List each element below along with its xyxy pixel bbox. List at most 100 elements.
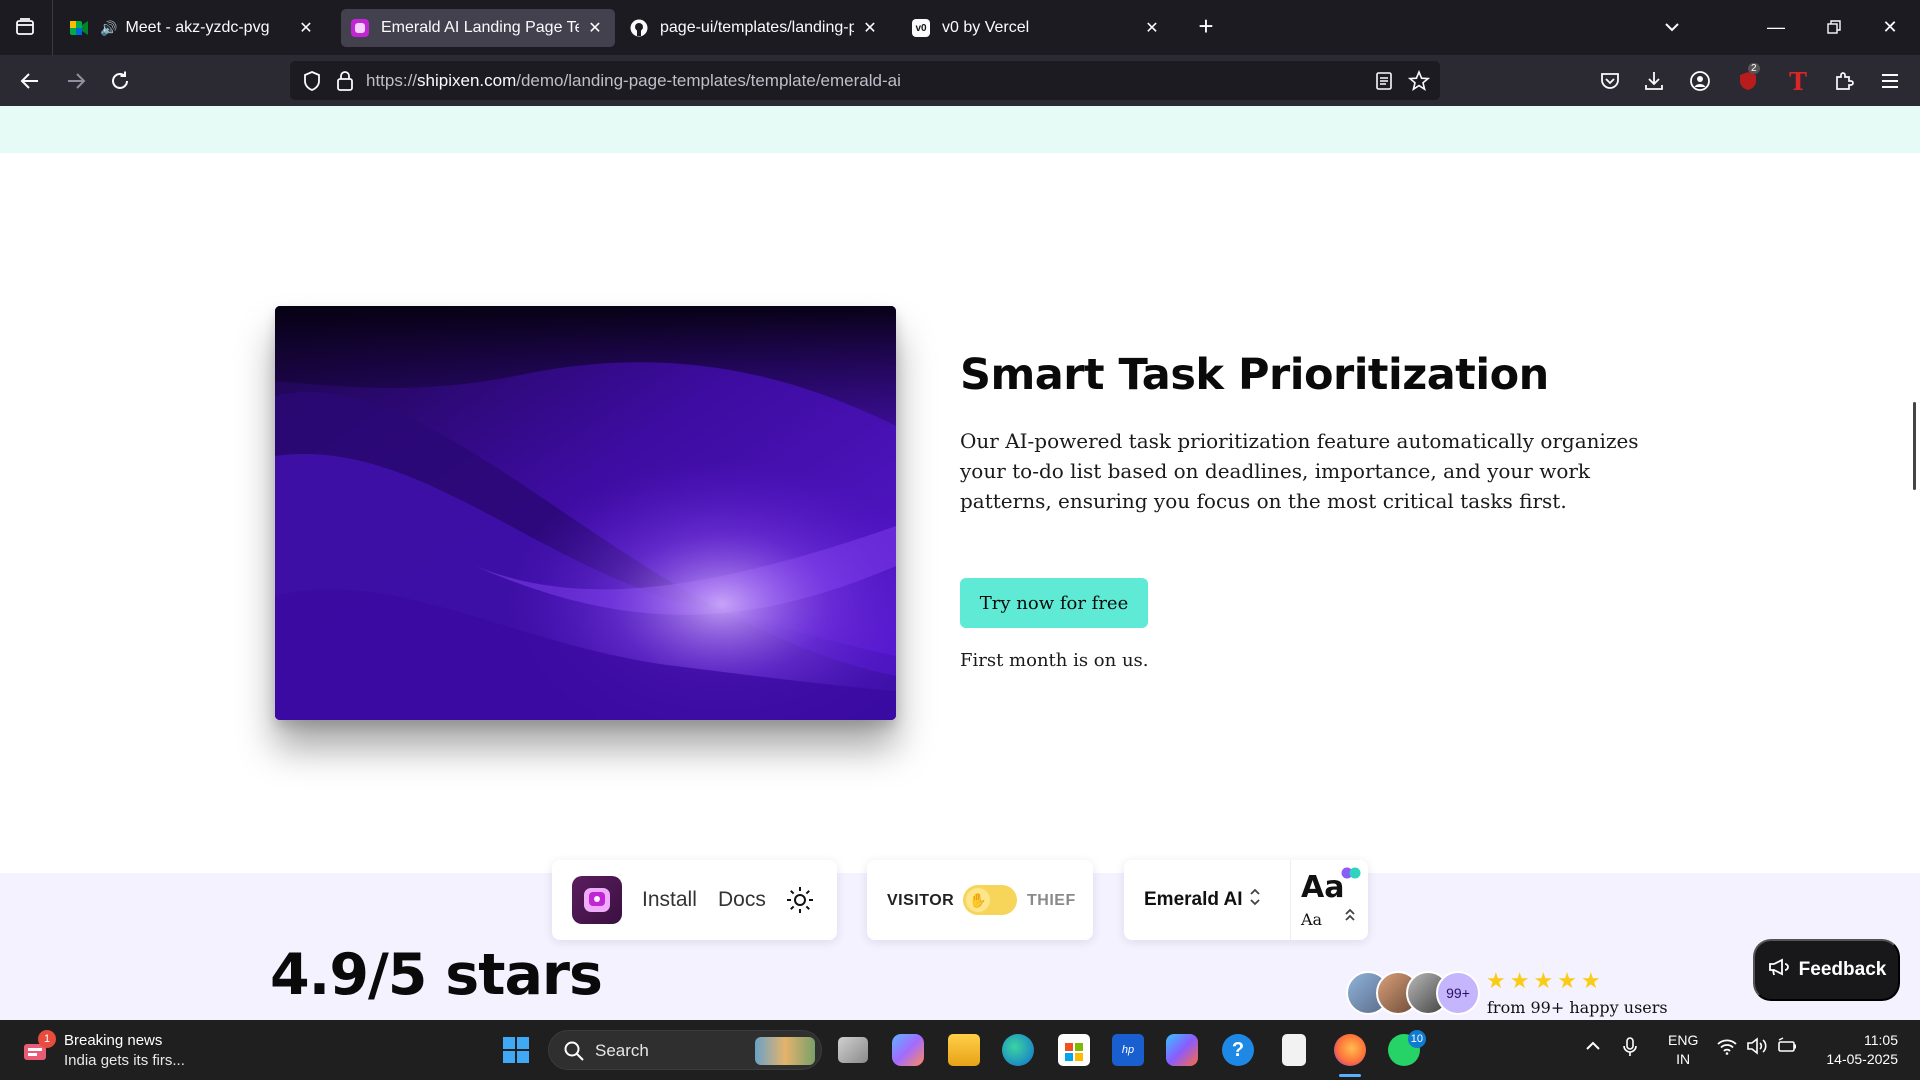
font-preview-body: Aa (1301, 910, 1323, 929)
megaphone-icon (1767, 957, 1789, 983)
tracking-protection-icon[interactable] (302, 70, 322, 97)
feature-image (275, 306, 896, 720)
hand-icon: ✋ (966, 888, 990, 912)
taskbar-search[interactable]: Search (548, 1030, 822, 1070)
search-highlight-image (755, 1037, 815, 1065)
minimize-icon[interactable]: — (1758, 12, 1794, 42)
chevron-up-down-icon[interactable] (1248, 886, 1262, 913)
system-clock[interactable]: 11:05 14-05-2025 (1818, 1031, 1898, 1069)
url-text[interactable]: https://shipixen.com/demo/landing-page-t… (366, 71, 901, 91)
close-tab-icon[interactable]: ✕ (860, 18, 880, 38)
region-code: IN (1676, 1051, 1691, 1067)
sun-icon[interactable] (786, 886, 814, 919)
news-subtitle: India gets its firs... (64, 1052, 185, 1069)
restore-icon[interactable] (1816, 12, 1852, 42)
get-help-icon[interactable]: ? (1222, 1034, 1254, 1066)
tab-list-icon[interactable] (12, 14, 38, 40)
chevron-down-icon[interactable] (1660, 15, 1684, 39)
install-link[interactable]: Install (642, 888, 697, 912)
tab-v0[interactable]: v0 v0 by Vercel ✕ (902, 9, 1172, 47)
url-path: /demo/landing-page-templates/template/em… (516, 71, 901, 90)
github-icon (630, 19, 648, 37)
download-icon[interactable] (1640, 67, 1668, 95)
shipixen-logo[interactable] (572, 876, 622, 924)
tab-title: Meet - akz-yzdc-pvg (125, 19, 270, 36)
whatsapp-icon[interactable]: 10 (1388, 1030, 1426, 1066)
star-icon: ★ (1509, 968, 1530, 993)
feedback-button[interactable]: Feedback (1753, 939, 1900, 1001)
microsoft-365-icon[interactable] (1166, 1034, 1198, 1066)
active-app-indicator (1339, 1074, 1361, 1077)
lock-icon[interactable] (336, 70, 354, 97)
visitor-thief-toggle-pill: VISITOR ✋ THIEF (867, 860, 1093, 940)
edge-icon[interactable] (1002, 1034, 1034, 1066)
news-badge: 1 (38, 1030, 56, 1048)
copilot-icon[interactable] (892, 1034, 924, 1066)
firefox-icon[interactable] (1334, 1034, 1366, 1066)
t-extension-icon[interactable]: T (1784, 67, 1812, 96)
new-tab-button[interactable]: + (1192, 13, 1220, 41)
pocket-icon[interactable] (1596, 67, 1624, 95)
close-tab-icon[interactable]: ✕ (1142, 18, 1162, 38)
file-explorer-icon[interactable] (948, 1034, 980, 1066)
chevron-up-icon[interactable] (1584, 1036, 1602, 1061)
bookmark-star-icon[interactable] (1407, 69, 1431, 97)
battery-icon[interactable] (1776, 1036, 1798, 1061)
windows-start-icon[interactable] (502, 1036, 530, 1064)
notepad-icon[interactable] (1282, 1034, 1306, 1066)
url-prefix: https:// (366, 71, 418, 90)
star-icon: ★ (1486, 968, 1506, 993)
ublock-extension-icon[interactable]: 2 (1734, 63, 1762, 95)
hamburger-menu-icon[interactable] (1876, 67, 1904, 95)
docs-link[interactable]: Docs (718, 888, 766, 912)
myhp-icon[interactable]: hp (1112, 1034, 1144, 1066)
reload-icon[interactable] (104, 65, 136, 97)
forward-arrow-icon[interactable] (60, 65, 92, 97)
close-window-icon[interactable]: ✕ (1872, 12, 1908, 42)
whatsapp-badge: 10 (1407, 1030, 1426, 1048)
task-view-icon[interactable] (838, 1037, 868, 1063)
wifi-icon[interactable] (1716, 1036, 1738, 1061)
extensions-puzzle-icon[interactable] (1830, 67, 1858, 95)
tab-emerald-ai[interactable]: Emerald AI Landing Page Templ ✕ (341, 9, 615, 47)
happy-users-caption: from 99+ happy users (1487, 998, 1668, 1017)
account-icon[interactable] (1686, 67, 1714, 95)
back-arrow-icon[interactable] (14, 65, 46, 97)
volume-icon[interactable] (1746, 1036, 1768, 1061)
rating-heading: 4.9/5 stars (270, 942, 603, 1008)
reader-view-icon[interactable] (1374, 70, 1394, 97)
page-viewport: Smart Task Prioritization Our AI-powered… (0, 106, 1920, 1020)
close-tab-icon[interactable]: ✕ (296, 18, 316, 38)
windows-taskbar: 1 Breaking news India gets its firs... S… (0, 1020, 1920, 1080)
scrollbar-thumb[interactable] (1913, 402, 1916, 490)
font-picker[interactable]: Aa Aa (1290, 860, 1368, 940)
browser-nav-bar: https://shipixen.com/demo/landing-page-t… (0, 55, 1920, 106)
star-icon: ★ (1580, 968, 1601, 993)
try-now-button[interactable]: Try now for free (960, 578, 1148, 628)
star-icon: ★ (1533, 968, 1554, 993)
language-indicator[interactable]: ENG IN (1668, 1031, 1698, 1069)
visitor-label: VISITOR (887, 892, 955, 909)
cta-note: First month is on us. (960, 650, 1149, 671)
language-code: ENG (1668, 1032, 1699, 1048)
feedback-label: Feedback (1798, 959, 1887, 980)
theme-picker-pill: Emerald AI Aa Aa (1124, 860, 1368, 940)
browser-tab-bar: 🔊 Meet - akz-yzdc-pvg ✕ Emerald AI Landi… (0, 0, 1920, 55)
tab-meet[interactable]: 🔊 Meet - akz-yzdc-pvg ✕ (60, 9, 326, 47)
feature-title: Smart Task Prioritization (960, 350, 1549, 400)
top-strip (0, 106, 1920, 153)
tab-title: v0 by Vercel (942, 19, 1030, 36)
microsoft-store-icon[interactable] (1058, 1034, 1090, 1066)
star-icon: ★ (1557, 968, 1577, 993)
address-bar[interactable]: https://shipixen.com/demo/landing-page-t… (290, 61, 1440, 100)
extension-badge: 2 (1748, 63, 1760, 74)
speaker-icon[interactable]: 🔊 (100, 20, 117, 37)
tab-title: page-ui/templates/landing-pag (660, 19, 854, 36)
url-host: shipixen.com (417, 71, 517, 90)
chevron-double-up-icon[interactable] (1343, 906, 1357, 929)
theme-selector[interactable]: Emerald AI (1144, 889, 1243, 911)
close-tab-icon[interactable]: ✕ (585, 18, 605, 38)
visitor-thief-toggle[interactable]: ✋ (963, 885, 1017, 915)
microphone-icon[interactable] (1622, 1036, 1638, 1063)
tab-github[interactable]: page-ui/templates/landing-pag ✕ (620, 9, 890, 47)
